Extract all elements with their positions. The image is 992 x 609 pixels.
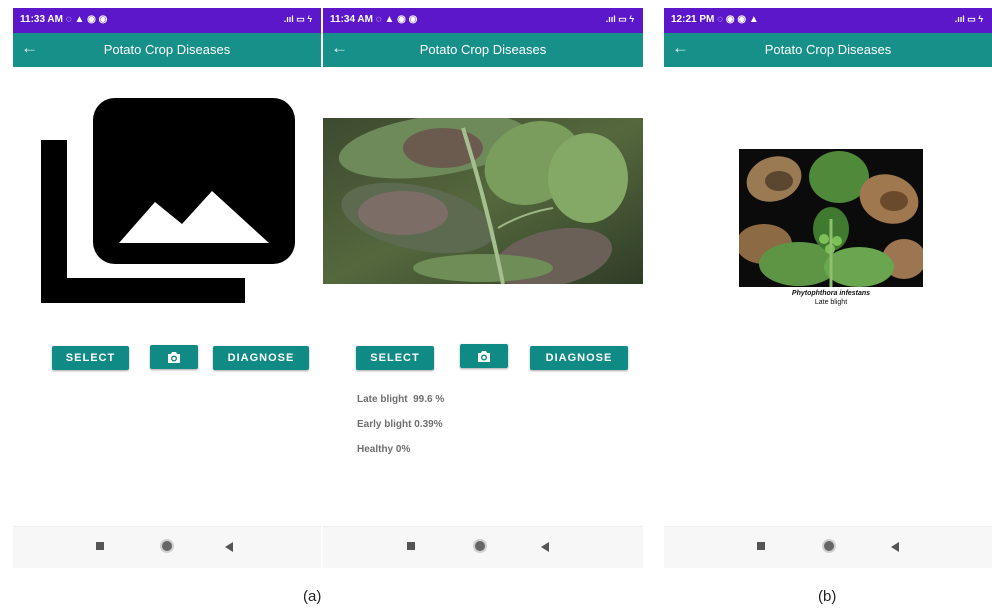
app-bar: ← Potato Crop Diseases: [664, 33, 992, 67]
result-healthy: Healthy 0%: [357, 444, 411, 455]
status-bar: 12:21 PM ◌ ◉ ◉ ▲ .ııl ▭ ϟ: [664, 8, 992, 33]
home-icon[interactable]: [473, 539, 487, 553]
home-icon[interactable]: [160, 539, 174, 553]
system-status-icons: .ııl ▭ ϟ: [605, 14, 634, 24]
late-blight-reference-photo: [739, 149, 923, 287]
camera-button[interactable]: [150, 345, 198, 369]
diagnose-button[interactable]: DIAGNOSE: [530, 346, 628, 370]
recent-apps-icon[interactable]: [407, 542, 415, 550]
navigation-bar: [323, 526, 643, 568]
figure-caption-b: (b): [818, 588, 837, 605]
navigation-bar: [13, 526, 321, 568]
status-time: 12:21 PM ◌ ◉ ◉ ▲: [671, 14, 759, 25]
notification-icons: ◌ ▲ ◉ ◉: [375, 14, 418, 25]
camera-icon: [168, 351, 180, 363]
app-bar: ← Potato Crop Diseases: [323, 33, 643, 67]
notification-icons: ◌ ▲ ◉ ◉: [65, 14, 108, 25]
nav-back-icon[interactable]: [225, 542, 233, 552]
notification-icons: ◌ ◉ ◉ ▲: [717, 14, 759, 25]
recent-apps-icon[interactable]: [757, 542, 765, 550]
app-title: Potato Crop Diseases: [103, 42, 231, 57]
phone-screen-select: 11:33 AM ◌ ▲ ◉ ◉ .ııl ▭ ϟ ← Potato Crop …: [13, 8, 321, 568]
photo-caption-disease: Late blight: [814, 299, 848, 306]
phone-screen-diagnosis: 11:34 AM ◌ ▲ ◉ ◉ .ııl ▭ ϟ ← Potato Crop …: [323, 8, 643, 568]
status-bar: 11:34 AM ◌ ▲ ◉ ◉ .ııl ▭ ϟ: [323, 8, 643, 33]
photo-caption-species: Phytophthora infestans: [791, 290, 871, 297]
figure-caption-a: (a): [303, 588, 322, 605]
photo-library-icon: [41, 98, 295, 303]
nav-back-icon[interactable]: [891, 542, 899, 552]
result-early-blight: Early blight 0.39%: [357, 419, 443, 430]
app-title: Potato Crop Diseases: [419, 42, 547, 57]
status-time: 11:34 AM ◌ ▲ ◉ ◉: [330, 14, 418, 25]
status-bar: 11:33 AM ◌ ▲ ◉ ◉ .ııl ▭ ϟ: [13, 8, 321, 33]
camera-icon: [478, 350, 490, 362]
system-status-icons: .ııl ▭ ϟ: [954, 14, 983, 24]
app-bar: ← Potato Crop Diseases: [13, 33, 321, 67]
nav-back-icon[interactable]: [541, 542, 549, 552]
result-late-blight: Late blight 99.6 %: [357, 394, 445, 405]
diagnose-button[interactable]: DIAGNOSE: [213, 346, 309, 370]
select-button[interactable]: SELECT: [52, 346, 129, 370]
phone-screen-reference: 12:21 PM ◌ ◉ ◉ ▲ .ııl ▭ ϟ ← Potato Crop …: [664, 8, 992, 568]
status-time: 11:33 AM ◌ ▲ ◉ ◉: [20, 14, 108, 25]
home-icon[interactable]: [822, 539, 836, 553]
potato-leaf-photo: [323, 118, 643, 284]
recent-apps-icon[interactable]: [96, 542, 104, 550]
select-button[interactable]: SELECT: [356, 346, 434, 370]
navigation-bar: [664, 526, 992, 568]
camera-button[interactable]: [460, 344, 508, 368]
app-title: Potato Crop Diseases: [764, 42, 892, 57]
system-status-icons: .ııl ▭ ϟ: [283, 14, 312, 24]
